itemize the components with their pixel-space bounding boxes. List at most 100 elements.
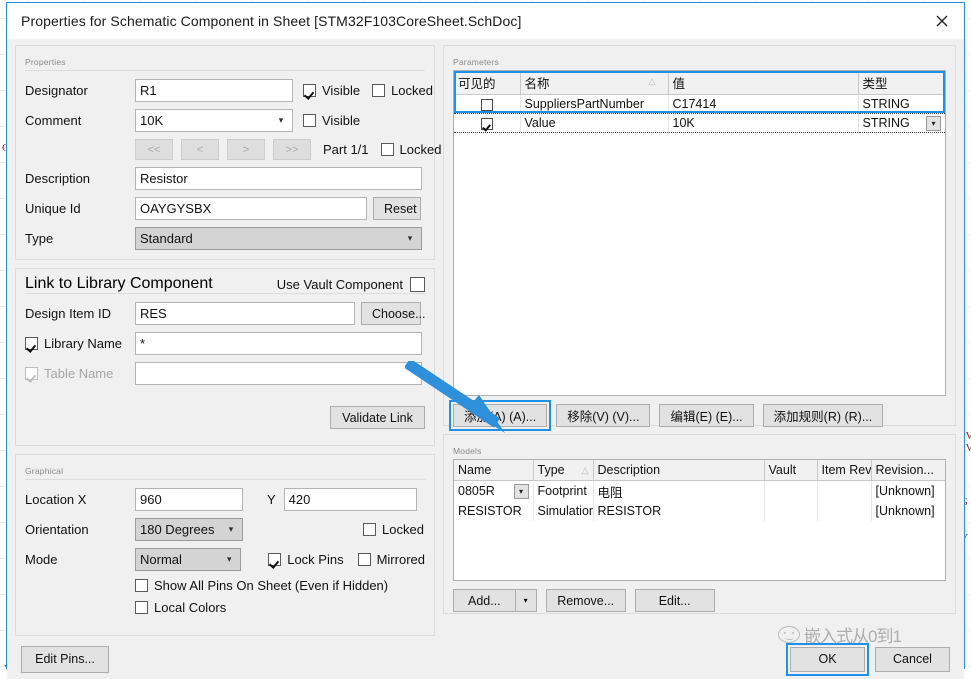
reset-button[interactable]: Reset [373,197,421,220]
model-add-button[interactable]: Add... [453,589,515,612]
design-item-id-label: Design Item ID [25,306,135,321]
sort-ascending-icon: △ [649,76,656,87]
cancel-button[interactable]: Cancel [875,647,950,672]
mirrored-checkbox[interactable]: Mirrored [358,552,425,567]
model-item-rev-cell[interactable] [817,502,871,521]
models-col-description[interactable]: Description [593,460,764,480]
lock-pins-checkbox[interactable]: Lock Pins [268,552,343,567]
checkbox-box [303,114,316,127]
divider [25,479,425,480]
param-visible-cell[interactable] [454,114,520,133]
edit-pins-button[interactable]: Edit Pins... [21,646,109,673]
local-colors-checkbox[interactable]: Local Colors [135,600,226,615]
chevron-down-icon[interactable]: ▾ [514,484,529,499]
comment-visible-checkbox[interactable]: Visible [303,113,360,128]
part-first-button[interactable]: << [135,139,173,160]
model-item-rev-cell[interactable] [817,480,871,502]
param-visible-checkbox[interactable] [481,99,493,111]
parameters-table: 可见的 名称 △ 值 类型 [454,71,945,133]
dialog-footer: Edit Pins... OK Cancel [7,636,964,679]
model-name-cell[interactable]: RESISTOR [454,502,533,521]
part-prev-button[interactable]: < [181,139,219,160]
use-vault-component-checkbox[interactable]: Use Vault Component [277,277,425,292]
parameters-table-wrap[interactable]: 可见的 名称 △ 值 类型 [453,70,946,396]
designator-locked-checkbox[interactable]: Locked [372,83,433,98]
part-last-button[interactable]: >> [273,139,311,160]
model-revision-cell[interactable]: [Unknown] [871,480,945,502]
param-type-text: STRING [863,116,910,130]
part-locked-checkbox[interactable]: Locked [381,142,442,157]
param-value-cell[interactable]: C17414 [668,95,858,114]
parameters-col-visible[interactable]: 可见的 [454,71,520,95]
close-icon[interactable] [919,6,964,36]
model-remove-button[interactable]: Remove... [546,589,626,612]
library-name-input[interactable] [135,332,422,355]
designator-input[interactable] [135,79,293,102]
table-row[interactable]: SuppliersPartNumber C17414 STRING [454,95,945,114]
models-col-type[interactable]: Type △ [533,460,593,480]
description-label: Description [25,171,135,186]
param-add-button[interactable]: 添加(A) (A)... [453,404,547,427]
library-name-checkbox[interactable]: Library Name [25,336,135,351]
ok-button[interactable]: OK [790,647,865,672]
model-edit-button[interactable]: Edit... [635,589,715,612]
dialog-title: Properties for Schematic Component in Sh… [21,13,521,29]
models-col-revision[interactable]: Revision... [871,460,945,480]
model-vault-cell[interactable] [764,502,817,521]
models-col-item-rev[interactable]: Item Rev... [817,460,871,480]
designator-visible-checkbox[interactable]: Visible [303,83,360,98]
model-description-cell[interactable]: RESISTOR [593,502,764,521]
table-name-input[interactable] [135,362,422,385]
model-name-cell[interactable]: ▾ 0805R [454,480,533,502]
chevron-down-icon[interactable]: ▾ [515,589,537,612]
parameters-col-type[interactable]: 类型 [858,71,945,95]
checkbox-box [135,579,148,592]
models-col-name[interactable]: Name [454,460,533,480]
location-y-input[interactable] [284,488,417,511]
model-revision-cell[interactable]: [Unknown] [871,502,945,521]
chevron-down-icon[interactable]: ▾ [926,116,941,131]
choose-button[interactable]: Choose... [361,302,421,325]
parameters-col-value[interactable]: 值 [668,71,858,95]
chevron-down-icon: ▾ [403,233,417,244]
model-description-cell[interactable]: 电阻 [593,480,764,502]
right-column: Parameters 可见的 名称 △ [443,45,956,636]
param-edit-button[interactable]: 编辑(E) (E)... [659,404,753,427]
param-type-cell[interactable]: ▾ STRING [858,114,945,133]
model-type-cell[interactable]: Simulation [533,502,593,521]
table-row[interactable]: ▾ 0805R Footprint 电阻 [Unknown] [454,480,945,502]
param-value-cell[interactable]: 10K [668,114,858,133]
mode-combobox[interactable]: Normal ▾ [135,548,241,571]
parameters-col-name[interactable]: 名称 △ [520,71,668,95]
param-name-cell[interactable]: Value [520,114,668,133]
type-combobox[interactable]: Standard ▾ [135,227,422,250]
param-remove-button[interactable]: 移除(V) (V)... [556,404,650,427]
model-vault-cell[interactable] [764,480,817,502]
models-group: Models Name Type △ [443,434,956,614]
table-row[interactable]: Value 10K ▾ STRING [454,114,945,133]
param-name-cell[interactable]: SuppliersPartNumber [520,95,668,114]
design-item-id-input[interactable] [135,302,355,325]
model-add-split-button[interactable]: Add... ▾ [453,589,537,612]
part-next-button[interactable]: > [227,139,265,160]
param-type-cell[interactable]: STRING [858,95,945,114]
show-all-pins-checkbox[interactable]: Show All Pins On Sheet (Even if Hidden) [135,578,388,593]
models-table-wrap[interactable]: Name Type △ Description Vault Item Rev..… [453,459,946,581]
type-row: Type Standard ▾ [25,227,425,250]
models-col-vault[interactable]: Vault [764,460,817,480]
part-nav-buttons: << < > >> [135,139,311,160]
show-all-pins-row: Show All Pins On Sheet (Even if Hidden) [25,578,425,593]
validate-link-button[interactable]: Validate Link [330,406,425,429]
param-add-rule-button[interactable]: 添加规则(R) (R)... [763,404,884,427]
orientation-combobox[interactable]: 180 Degrees ▾ [135,518,243,541]
param-visible-cell[interactable] [454,95,520,114]
table-row[interactable]: RESISTOR Simulation RESISTOR [Unknown] [454,502,945,521]
graphical-locked-checkbox[interactable]: Locked [363,522,424,537]
location-x-input[interactable] [135,488,243,511]
graphical-group: Graphical Location X Y Orientation 180 D… [15,454,435,636]
param-visible-checkbox[interactable] [481,118,493,130]
unique-id-input[interactable] [135,197,367,220]
model-type-cell[interactable]: Footprint [533,480,593,502]
comment-combobox[interactable]: 10K ▾ [135,109,293,132]
description-input[interactable] [135,167,422,190]
